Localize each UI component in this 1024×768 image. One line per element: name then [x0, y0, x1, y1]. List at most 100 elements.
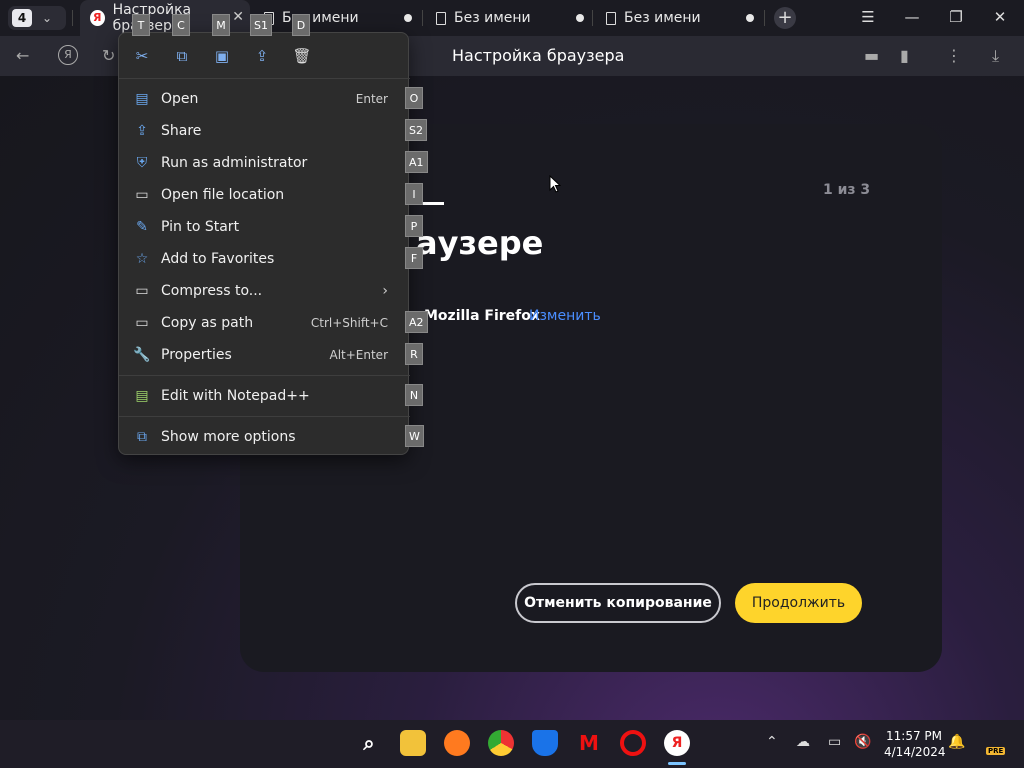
- menu-item-label: Share: [161, 123, 202, 139]
- display-icon[interactable]: ▭: [828, 734, 841, 750]
- menu-item-label: Open: [161, 91, 199, 107]
- context-menu: ✂ ⧉ ▣ ⇪ 🗑 ▤ Open Enter ⇪ Share ⛨ Run as …: [118, 32, 410, 455]
- access-key-badge: F: [405, 247, 423, 269]
- new-tab-button[interactable]: +: [774, 7, 796, 29]
- cut-icon[interactable]: ✂: [131, 45, 153, 67]
- document-icon: [606, 11, 616, 25]
- tab-count: 4: [12, 9, 32, 27]
- menu-item-pin-start[interactable]: ✎ Pin to Start: [127, 212, 402, 242]
- taskbar: ⌕ M Я ⌃ ☁ ▭ 🔇 11:57 PM 4/14/2024 🔔 PRE: [0, 720, 1024, 768]
- divider: [422, 10, 423, 26]
- shield-icon: ⛨: [136, 155, 148, 171]
- search-icon[interactable]: ⌕: [356, 730, 382, 756]
- menu-icon[interactable]: ☰: [858, 8, 878, 26]
- shortcut-label: Enter: [355, 92, 388, 106]
- menu-separator: [119, 416, 410, 417]
- tab-label: Без имени: [454, 10, 531, 26]
- menu-separator: [119, 375, 410, 376]
- download-icon[interactable]: ⤓: [992, 46, 999, 66]
- mouse-cursor-icon: [549, 175, 561, 193]
- volume-muted-icon[interactable]: 🔇: [854, 734, 871, 750]
- tab-label: Без имени: [624, 10, 701, 26]
- access-key-badge: D: [292, 14, 310, 36]
- folder-icon: ▭: [135, 187, 149, 203]
- access-key-badge: R: [405, 343, 423, 365]
- file-explorer-icon[interactable]: [400, 730, 426, 756]
- unsaved-dot-icon: [404, 14, 412, 22]
- copy-icon[interactable]: ⧉: [171, 45, 193, 67]
- document-icon: [436, 11, 446, 25]
- share-icon: ⇪: [136, 123, 148, 139]
- tab-untitled-1[interactable]: Без имени: [260, 0, 420, 36]
- address-title[interactable]: Настройка браузера: [452, 46, 624, 65]
- menu-item-label: Run as administrator: [161, 155, 308, 171]
- menu-item-notepadpp[interactable]: ▤ Edit with Notepad++: [127, 381, 402, 411]
- divider: [72, 10, 73, 26]
- tab-untitled-2[interactable]: Без имени: [432, 0, 592, 36]
- menu-item-properties[interactable]: 🔧 Properties Alt+Enter: [127, 340, 402, 370]
- access-key-badge: O: [405, 87, 423, 109]
- rename-icon[interactable]: ▣: [211, 45, 233, 67]
- access-key-badge: A1: [405, 151, 428, 173]
- notification-bell-icon[interactable]: 🔔: [948, 734, 965, 750]
- chevron-up-icon[interactable]: ⌃: [766, 734, 778, 750]
- bookmark-icon[interactable]: ▮: [900, 46, 909, 65]
- share-icon[interactable]: ⇪: [251, 45, 273, 67]
- change-link[interactable]: Изменить: [529, 308, 601, 324]
- continue-button[interactable]: Продолжить: [735, 583, 862, 623]
- chrome-icon[interactable]: [488, 730, 514, 756]
- comment-icon[interactable]: ▬: [864, 46, 879, 65]
- firefox-icon[interactable]: [444, 730, 470, 756]
- access-key-badge: C: [172, 14, 190, 36]
- more-options-icon: ⧉: [137, 429, 147, 445]
- access-key-badge: T: [132, 14, 150, 36]
- menu-item-copy-path[interactable]: ▭ Copy as path Ctrl+Shift+C: [127, 308, 402, 338]
- menu-item-open[interactable]: ▤ Open Enter: [127, 84, 402, 114]
- quick-actions-bar: ✂ ⧉ ▣ ⇪ 🗑: [119, 33, 410, 79]
- yandex-home-icon[interactable]: Я: [58, 45, 78, 65]
- menu-item-compress[interactable]: ▭ Compress to... ›: [127, 276, 402, 306]
- path-icon: ▭: [135, 315, 149, 331]
- unsaved-dot-icon: [746, 14, 754, 22]
- archive-icon: ▭: [135, 283, 149, 299]
- menu-item-label: Compress to...: [161, 283, 263, 299]
- access-key-badge: A2: [405, 311, 428, 333]
- notepad-icon: ▤: [135, 388, 149, 404]
- more-icon[interactable]: ⋮: [946, 46, 962, 65]
- access-key-badge: N: [405, 384, 423, 406]
- pin-icon: ✎: [136, 219, 148, 235]
- cloud-offline-icon[interactable]: ☁: [796, 734, 810, 750]
- tab-count-button[interactable]: 4 ⌄: [8, 6, 66, 30]
- restore-icon[interactable]: ❐: [946, 8, 966, 26]
- access-key-badge: I: [405, 183, 423, 205]
- delete-icon[interactable]: 🗑: [291, 45, 313, 67]
- yandex-browser-icon[interactable]: Я: [664, 730, 690, 756]
- menu-item-label: Pin to Start: [161, 219, 240, 235]
- back-icon[interactable]: ←: [16, 46, 29, 65]
- active-app-indicator: [668, 762, 686, 765]
- defender-icon[interactable]: [532, 730, 558, 756]
- access-key-badge: M: [212, 14, 230, 36]
- menu-item-run-as-admin[interactable]: ⛨ Run as administrator: [127, 148, 402, 178]
- menu-item-share[interactable]: ⇪ Share: [127, 116, 402, 146]
- access-key-badge: W: [405, 425, 424, 447]
- tab-untitled-3[interactable]: Без имени: [602, 0, 762, 36]
- minimize-icon[interactable]: —: [902, 8, 922, 26]
- chevron-right-icon: ›: [382, 283, 388, 299]
- source-browser: Mozilla Firefox: [424, 308, 540, 324]
- menu-item-label: Edit with Notepad++: [161, 388, 310, 404]
- menu-item-add-favorites[interactable]: ☆ Add to Favorites: [127, 244, 402, 274]
- cancel-copy-button[interactable]: Отменить копирование: [515, 583, 721, 623]
- menu-item-open-location[interactable]: ▭ Open file location: [127, 180, 402, 210]
- clock[interactable]: 11:57 PM 4/14/2024: [884, 728, 946, 760]
- close-icon[interactable]: ✕: [232, 9, 244, 25]
- access-key-badge: P: [405, 215, 423, 237]
- reload-icon[interactable]: ↻: [102, 46, 115, 65]
- menu-item-more-options[interactable]: ⧉ Show more options: [127, 422, 402, 452]
- page-heading: аузере: [416, 224, 544, 262]
- opera-icon[interactable]: [620, 730, 646, 756]
- access-key-badge: S1: [250, 14, 272, 36]
- step-indicator: 1 из 3: [823, 182, 871, 198]
- mcafee-icon[interactable]: M: [576, 730, 602, 756]
- close-window-icon[interactable]: ✕: [990, 8, 1010, 26]
